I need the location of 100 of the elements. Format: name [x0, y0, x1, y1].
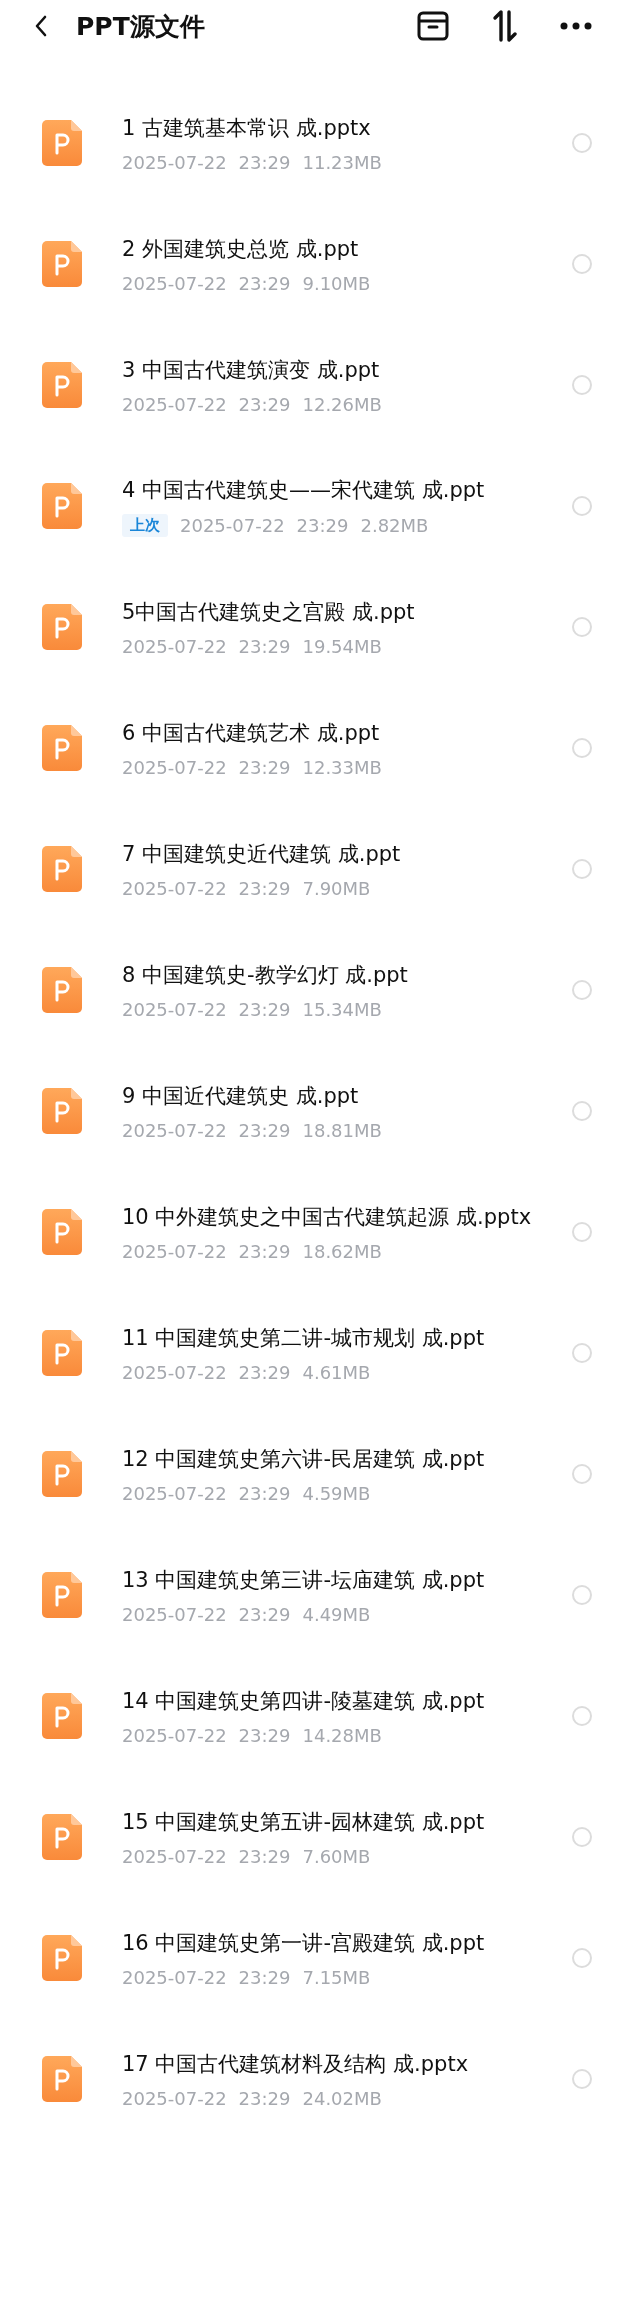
select-radio[interactable] — [572, 1705, 592, 1726]
page-title: PPT源文件 — [76, 10, 205, 43]
archive-icon[interactable] — [416, 10, 450, 42]
select-radio[interactable] — [572, 858, 592, 879]
select-radio[interactable] — [572, 253, 592, 274]
presentation-file-icon — [42, 1208, 82, 1255]
file-item[interactable]: 3 中国古代建筑演变 成.ppt 2025-07-22 23:29 12.26MB — [0, 324, 640, 445]
file-date: 2025-07-22 — [122, 636, 227, 657]
file-item[interactable]: 8 中国建筑史-教学幻灯 成.ppt 2025-07-22 23:29 15.34MB — [0, 929, 640, 1050]
file-date: 2025-07-22 — [122, 273, 227, 294]
file-item[interactable]: 5中国古代建筑史之宫殿 成.ppt 2025-07-22 23:29 19.54MB — [0, 566, 640, 687]
file-time: 23:29 — [238, 1846, 291, 1867]
file-time: 23:29 — [238, 152, 291, 173]
presentation-file-icon — [42, 1087, 82, 1134]
select-radio[interactable] — [572, 737, 592, 758]
file-time: 23:29 — [296, 515, 349, 536]
file-name: 13 中国建筑史第三讲-坛庙建筑 成.ppt — [122, 1567, 486, 1594]
file-size: 7.90MB — [302, 878, 371, 899]
select-radio[interactable] — [572, 1221, 592, 1242]
file-name: 6 中国古代建筑艺术 成.ppt — [122, 720, 381, 747]
presentation-file-icon — [42, 1934, 82, 1981]
file-date: 2025-07-22 — [122, 1725, 227, 1746]
file-name: 11 中国建筑史第二讲-城市规划 成.ppt — [122, 1325, 486, 1352]
file-item[interactable]: 7 中国建筑史近代建筑 成.ppt 2025-07-22 23:29 7.90MB — [0, 808, 640, 929]
file-date: 2025-07-22 — [122, 1241, 227, 1262]
presentation-file-icon — [42, 724, 82, 771]
file-item[interactable]: 15 中国建筑史第五讲-园林建筑 成.ppt 2025-07-22 23:29 7.60MB — [0, 1776, 640, 1897]
file-name: 2 外国建筑史总览 成.ppt — [122, 236, 360, 263]
file-item[interactable]: 17 中国古代建筑材料及结构 成.pptx 2025-07-22 23:29 24.02MB — [0, 2018, 640, 2139]
select-radio[interactable] — [572, 1342, 592, 1363]
file-name: 17 中国古代建筑材料及结构 成.pptx — [122, 2051, 470, 2078]
file-name: 3 中国古代建筑演变 成.ppt — [122, 357, 381, 384]
file-size: 18.81MB — [302, 1120, 382, 1141]
file-item[interactable]: 16 中国建筑史第一讲-宫殿建筑 成.ppt 2025-07-22 23:29 7.15MB — [0, 1897, 640, 2018]
file-name: 10 中外建筑史之中国古代建筑起源 成.pptx — [122, 1204, 533, 1231]
file-date: 2025-07-22 — [122, 1483, 227, 1504]
presentation-file-icon — [42, 2055, 82, 2102]
file-size: 18.62MB — [302, 1241, 382, 1262]
file-item[interactable]: 9 中国近代建筑史 成.ppt 2025-07-22 23:29 18.81MB — [0, 1050, 640, 1171]
file-name: 1 古建筑基本常识 成.pptx — [122, 115, 372, 142]
file-time: 23:29 — [238, 1604, 291, 1625]
select-radio[interactable] — [572, 2068, 592, 2089]
file-date: 2025-07-22 — [122, 1604, 227, 1625]
file-name: 16 中国建筑史第一讲-宫殿建筑 成.ppt — [122, 1930, 486, 1957]
sort-icon[interactable] — [490, 9, 520, 43]
presentation-file-icon — [42, 482, 82, 529]
presentation-file-icon — [42, 361, 82, 408]
presentation-file-icon — [42, 1571, 82, 1618]
select-radio[interactable] — [572, 1826, 592, 1847]
file-name: 4 中国古代建筑史——宋代建筑 成.ppt — [122, 477, 486, 504]
select-radio[interactable] — [572, 1463, 592, 1484]
file-item[interactable]: 12 中国建筑史第六讲-民居建筑 成.ppt 2025-07-22 23:29 4.59MB — [0, 1413, 640, 1534]
file-time: 23:29 — [238, 394, 291, 415]
file-item[interactable]: 1 古建筑基本常识 成.pptx 2025-07-22 23:29 11.23MB — [0, 82, 640, 203]
file-time: 23:29 — [238, 273, 291, 294]
file-time: 23:29 — [238, 999, 291, 1020]
file-date: 2025-07-22 — [122, 1120, 227, 1141]
presentation-file-icon — [42, 1450, 82, 1497]
file-item[interactable]: 6 中国古代建筑艺术 成.ppt 2025-07-22 23:29 12.33MB — [0, 687, 640, 808]
presentation-file-icon — [42, 240, 82, 287]
file-time: 23:29 — [238, 1362, 291, 1383]
select-radio[interactable] — [572, 1100, 592, 1121]
file-time: 23:29 — [238, 1483, 291, 1504]
file-item[interactable]: 2 外国建筑史总览 成.ppt 2025-07-22 23:29 9.10MB — [0, 203, 640, 324]
file-size: 7.60MB — [302, 1846, 371, 1867]
back-icon[interactable] — [34, 14, 48, 38]
recent-tag: 上次 — [122, 514, 168, 537]
select-radio[interactable] — [572, 979, 592, 1000]
file-size: 9.10MB — [302, 273, 371, 294]
file-item[interactable]: 11 中国建筑史第二讲-城市规划 成.ppt 2025-07-22 23:29 4.61MB — [0, 1292, 640, 1413]
file-size: 11.23MB — [302, 152, 382, 173]
file-date: 2025-07-22 — [122, 1967, 227, 1988]
file-time: 23:29 — [238, 1120, 291, 1141]
more-icon[interactable] — [560, 22, 592, 30]
file-date: 2025-07-22 — [122, 2088, 227, 2109]
presentation-file-icon — [42, 603, 82, 650]
file-name: 7 中国建筑史近代建筑 成.ppt — [122, 841, 402, 868]
file-date: 2025-07-22 — [180, 515, 285, 536]
select-radio[interactable] — [572, 374, 592, 395]
file-item[interactable]: 13 中国建筑史第三讲-坛庙建筑 成.ppt 2025-07-22 23:29 4.49MB — [0, 1534, 640, 1655]
file-item[interactable]: 4 中国古代建筑史——宋代建筑 成.ppt 上次 2025-07-22 23:29 2.82MB — [0, 445, 640, 566]
file-item[interactable]: 10 中外建筑史之中国古代建筑起源 成.pptx 2025-07-22 23:29 18.62MB — [0, 1171, 640, 1292]
file-item[interactable]: 14 中国建筑史第四讲-陵墓建筑 成.ppt 2025-07-22 23:29 14.28MB — [0, 1655, 640, 1776]
file-date: 2025-07-22 — [122, 999, 227, 1020]
file-time: 23:29 — [238, 1967, 291, 1988]
select-radio[interactable] — [572, 1947, 592, 1968]
presentation-file-icon — [42, 1329, 82, 1376]
file-name: 5中国古代建筑史之宫殿 成.ppt — [122, 599, 416, 626]
select-radio[interactable] — [572, 132, 592, 153]
select-radio[interactable] — [572, 616, 592, 637]
file-time: 23:29 — [238, 1725, 291, 1746]
file-size: 15.34MB — [302, 999, 382, 1020]
file-time: 23:29 — [238, 878, 291, 899]
file-size: 12.26MB — [302, 394, 382, 415]
file-date: 2025-07-22 — [122, 878, 227, 899]
presentation-file-icon — [42, 845, 82, 892]
select-radio[interactable] — [572, 495, 592, 516]
select-radio[interactable] — [572, 1584, 592, 1605]
file-size: 14.28MB — [302, 1725, 382, 1746]
file-size: 2.82MB — [360, 515, 429, 536]
